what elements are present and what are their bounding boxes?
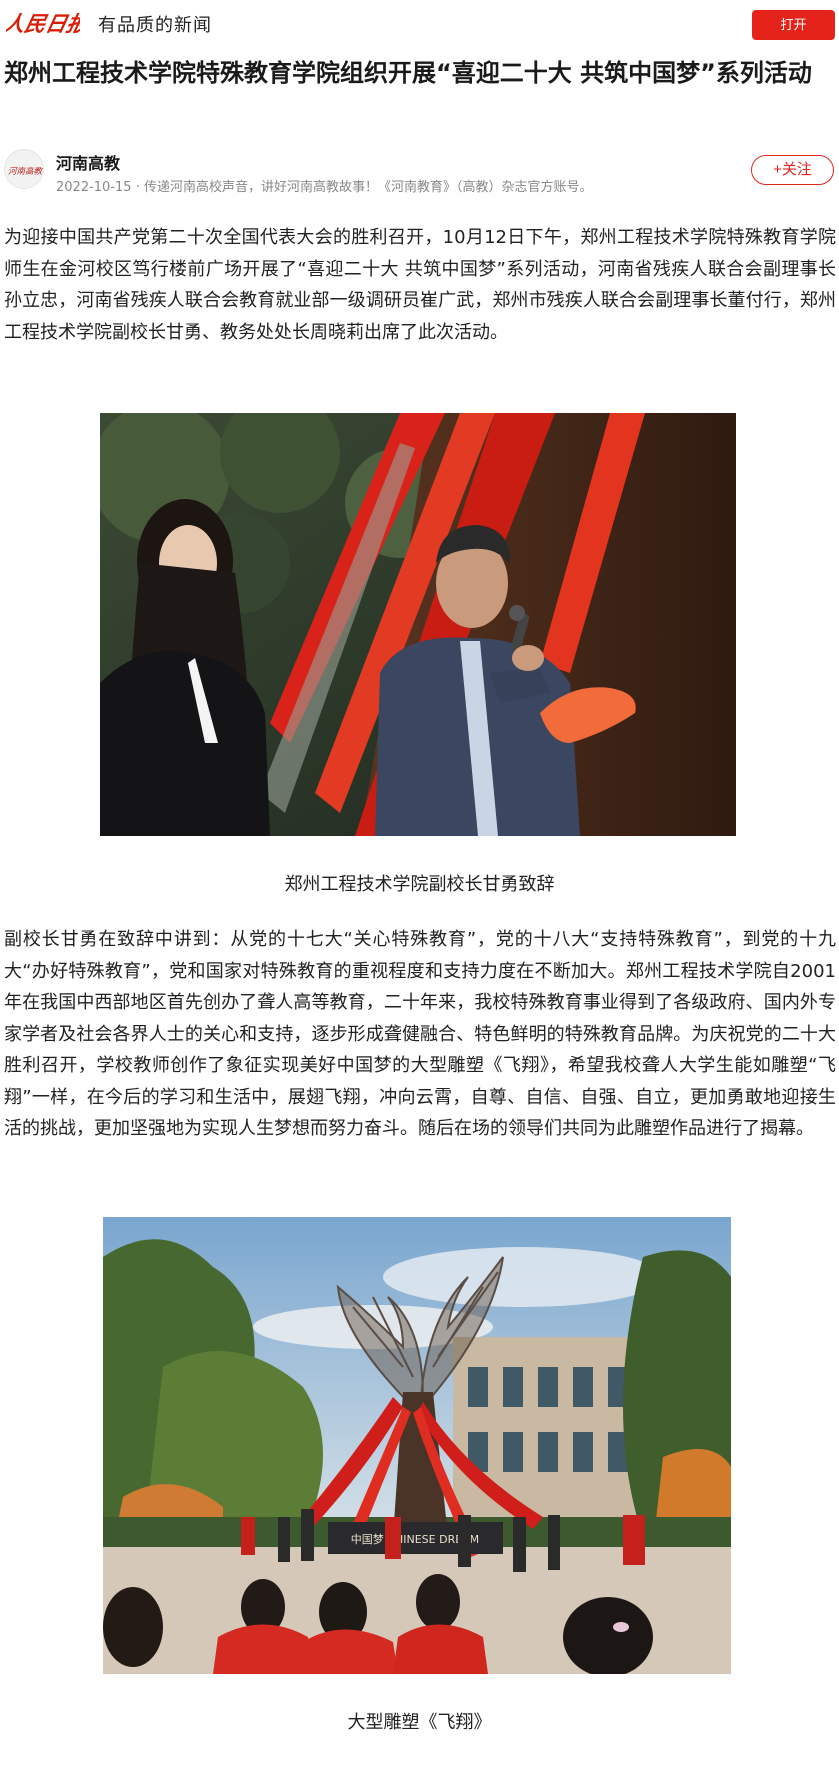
speaker-photo[interactable] <box>100 413 736 836</box>
photo-caption: 大型雕塑《飞翔》 <box>347 1712 492 1733</box>
author-meta: 2022-10-15 · 传递河南高校声音，讲好河南高教故事！《河南教育》（高教… <box>56 176 592 195</box>
author-description: 传递河南高校声音，讲好河南高教故事！《河南教育》（高教）杂志官方账号。 <box>143 180 593 195</box>
article-paragraph: 为迎接中国共产党第二十次全国代表大会的胜利召开，10月12日下午，郑州工程技术学… <box>4 227 836 343</box>
author-avatar[interactable]: 河南高教 <box>4 149 44 189</box>
meta-separator: · <box>135 180 144 195</box>
svg-text:河南高教: 河南高教 <box>8 166 44 177</box>
open-app-button[interactable]: 打开 <box>752 10 835 40</box>
article-title: 郑州工程技术学院特殊教育学院组织开展“喜迎二十大 共筑中国梦”系列活动 <box>4 59 812 87</box>
people-daily-logo[interactable]: 人民日报 <box>1 4 93 42</box>
publish-date: 2022-10-15 <box>56 180 132 195</box>
slogan: 有品质的新闻 <box>98 15 212 36</box>
author-row: 河南高教 河南高教 2022-10-15 · 传递河南高校声音，讲好河南高教故事… <box>0 146 839 196</box>
article-paragraph: 副校长甘勇在致辞中讲到：从党的十七大“关心特殊教育”，党的十八大“支持特殊教育”… <box>4 929 836 1139</box>
top-bar: 人民日报 有品质的新闻 打开 <box>0 0 839 48</box>
author-name[interactable]: 河南高教 <box>56 150 120 174</box>
photo-caption: 郑州工程技术学院副校长甘勇致辞 <box>284 874 555 895</box>
follow-button[interactable]: +关注 <box>751 155 834 185</box>
sculpture-photo[interactable]: 中国梦 CHINESE DREAM <box>103 1217 731 1674</box>
svg-text:人民日报: 人民日报 <box>6 12 80 37</box>
